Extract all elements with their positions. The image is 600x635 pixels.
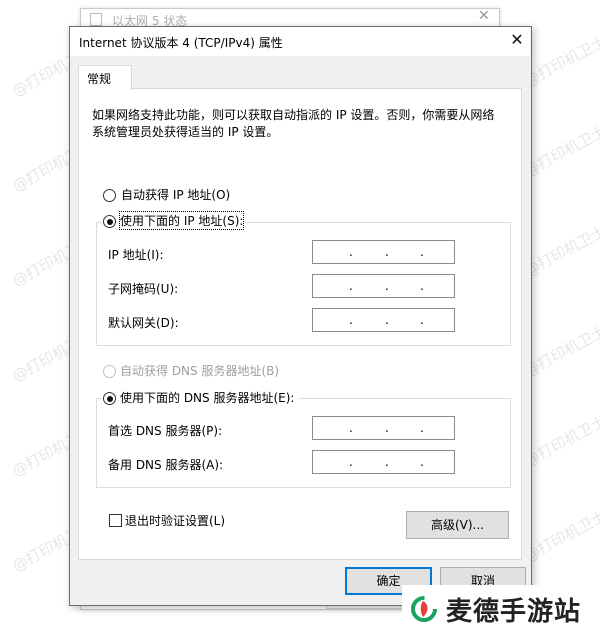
auto-ip-label[interactable]: 自动获得 IP 地址(O) bbox=[121, 186, 230, 203]
default-gateway-input[interactable]: ... bbox=[312, 308, 455, 332]
dialog-title: Internet 协议版本 4 (TCP/IPv4) 属性 bbox=[79, 36, 283, 50]
ip-address-input[interactable]: ... bbox=[312, 240, 455, 264]
alternate-dns-input[interactable]: ... bbox=[312, 450, 455, 474]
watermark: @打印机卫士 bbox=[521, 411, 600, 471]
subnet-mask-input[interactable]: ... bbox=[312, 274, 455, 298]
manual-dns-group bbox=[96, 398, 511, 488]
green-leaf-logo-icon bbox=[411, 596, 437, 622]
watermark: @打印机卫士 bbox=[521, 506, 600, 566]
preferred-dns-label: 首选 DNS 服务器(P): bbox=[108, 424, 223, 438]
advanced-button[interactable]: 高级(V)... bbox=[406, 511, 509, 539]
validate-on-exit-checkbox[interactable] bbox=[109, 514, 122, 527]
manual-ip-label[interactable]: 使用下面的 IP 地址(S): bbox=[118, 211, 245, 230]
auto-dns-label[interactable]: 自动获得 DNS 服务器地址(B) bbox=[120, 362, 279, 379]
tab-general[interactable]: 常规 bbox=[78, 65, 132, 90]
close-icon[interactable]: ✕ bbox=[506, 29, 528, 51]
auto-ip-radio[interactable] bbox=[103, 189, 116, 202]
default-gateway-label: 默认网关(D): bbox=[108, 316, 179, 330]
preferred-dns-input[interactable]: ... bbox=[312, 416, 455, 440]
watermark: @打印机卫士 bbox=[521, 221, 600, 281]
watermark: @打印机卫士 bbox=[521, 31, 600, 91]
tab-general-label: 常规 bbox=[87, 72, 112, 86]
manual-ip-radio[interactable] bbox=[103, 215, 116, 228]
validate-on-exit-label[interactable]: 退出时验证设置(L) bbox=[125, 512, 225, 529]
site-logo-text: 麦德手游站 bbox=[446, 597, 582, 627]
ip-address-label: IP 地址(I): bbox=[108, 248, 164, 262]
subnet-mask-label: 子网掩码(U): bbox=[108, 282, 179, 296]
background-close-icon[interactable]: ✕ bbox=[478, 8, 490, 24]
manual-dns-radio[interactable] bbox=[103, 392, 116, 405]
manual-dns-label[interactable]: 使用下面的 DNS 服务器地址(E): bbox=[120, 389, 294, 406]
alternate-dns-label: 备用 DNS 服务器(A): bbox=[108, 458, 224, 472]
description-text: 如果网络支持此功能，则可以获取自动指派的 IP 设置。否则，你需要从网络系统管理… bbox=[92, 108, 495, 139]
network-icon bbox=[90, 13, 102, 26]
advanced-button-label: 高级(V)... bbox=[430, 518, 485, 532]
watermark: @打印机卫士 bbox=[521, 321, 600, 381]
auto-dns-radio[interactable] bbox=[103, 365, 116, 378]
watermark: @打印机卫士 bbox=[521, 121, 600, 181]
